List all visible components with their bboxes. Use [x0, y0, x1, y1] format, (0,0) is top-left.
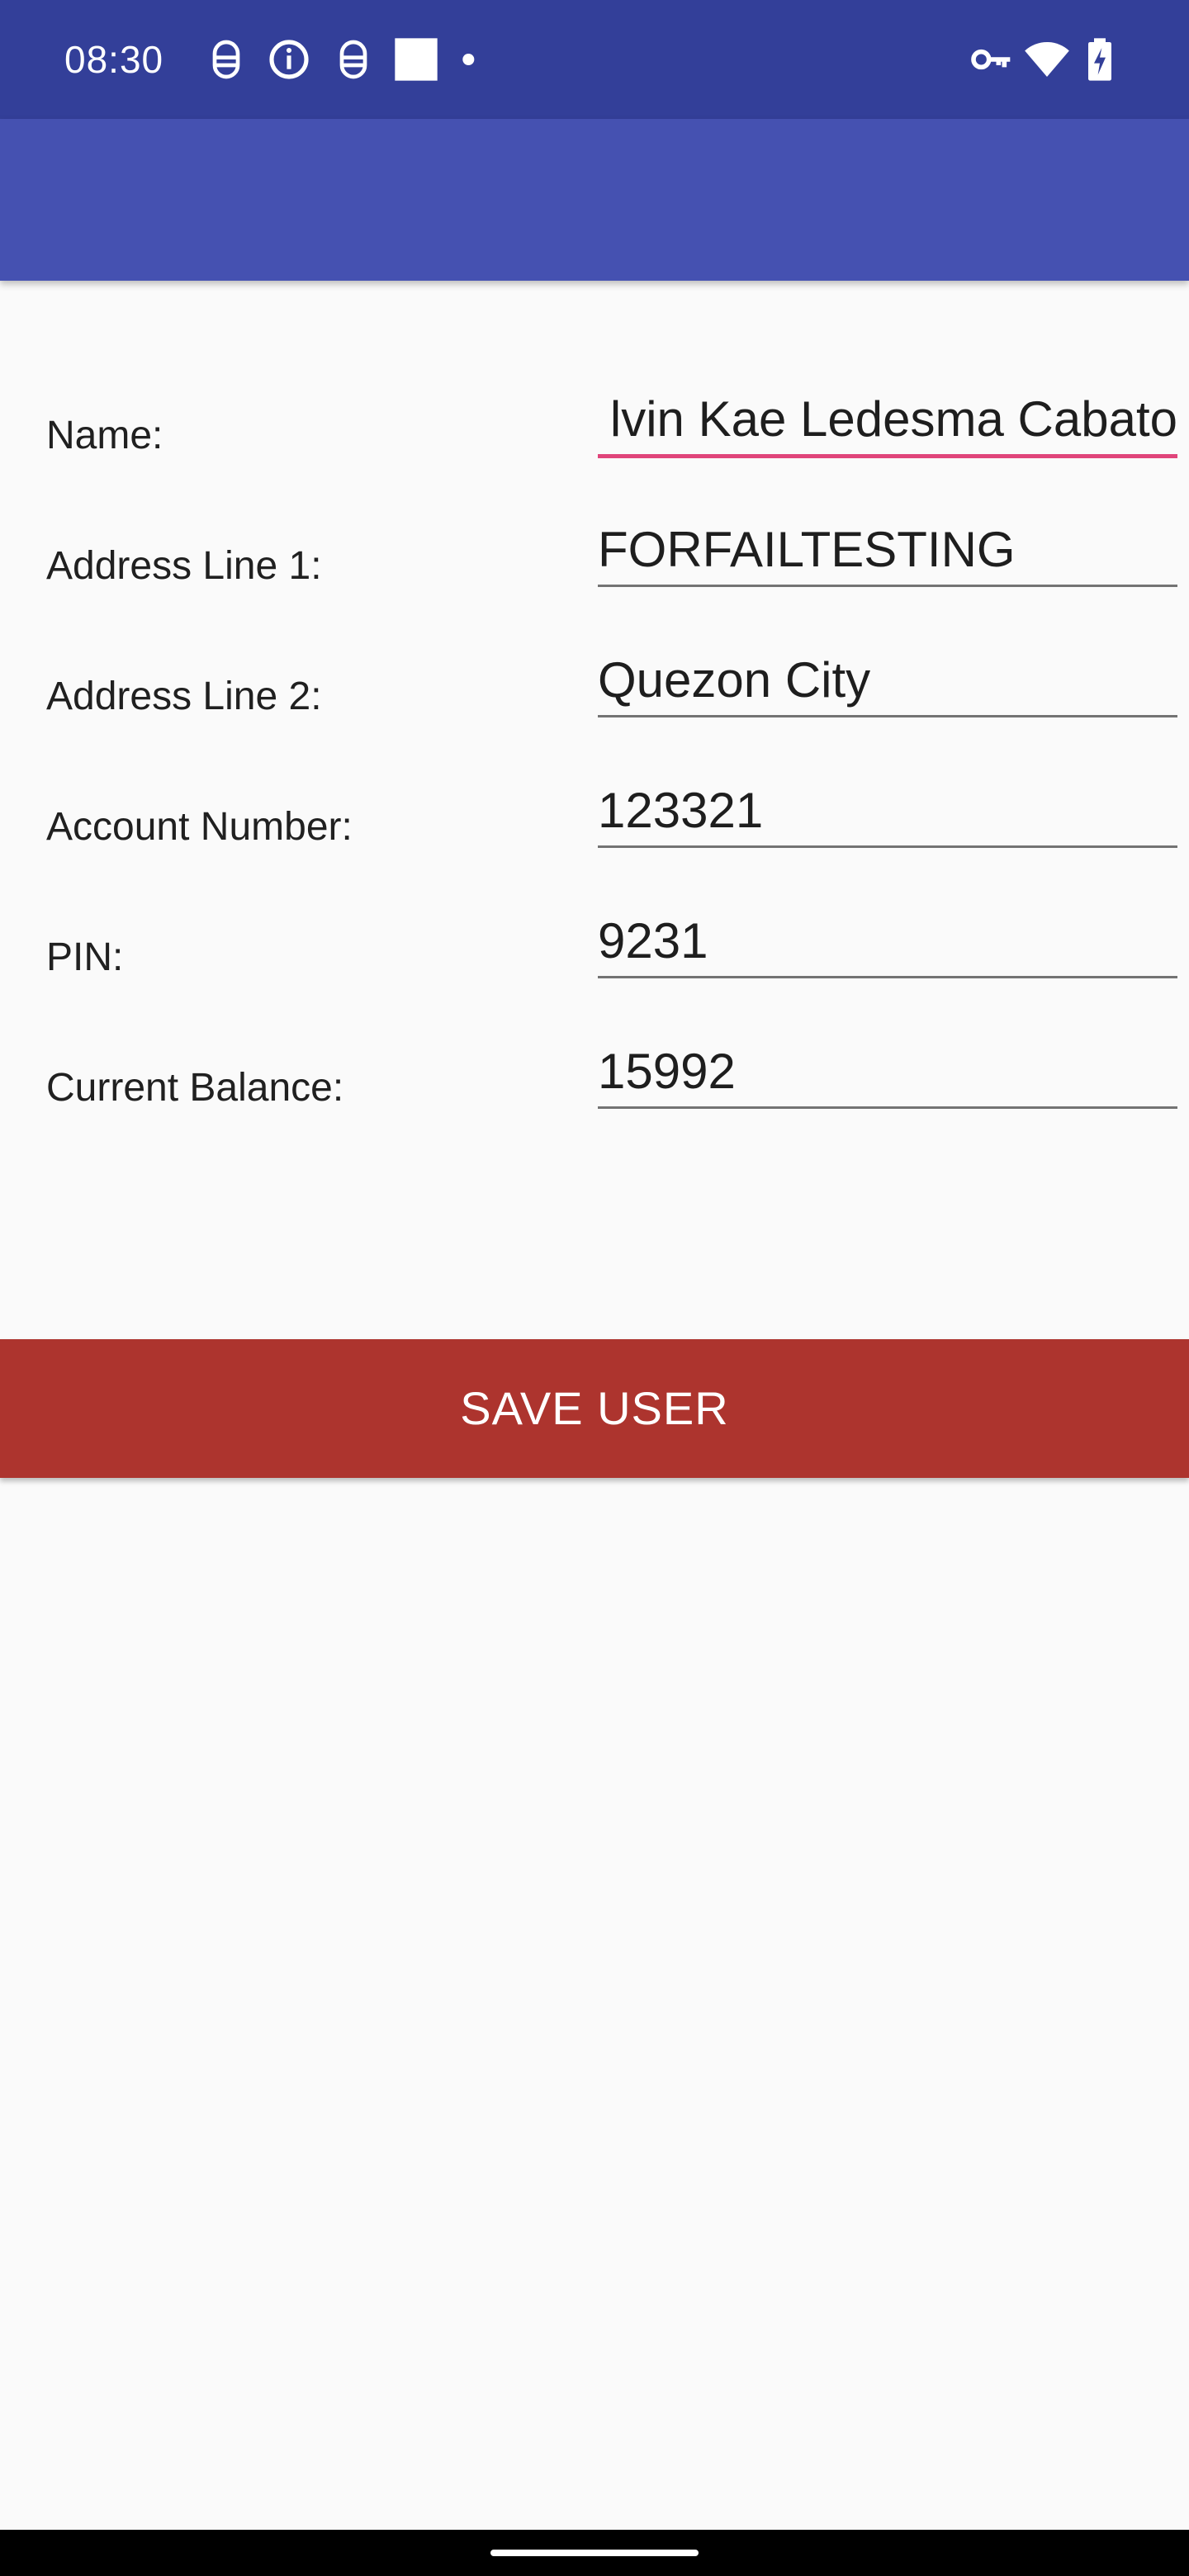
more-notifications-dot-icon: [461, 36, 507, 83]
home-gesture-handle[interactable]: [490, 2550, 699, 2556]
current-balance-field[interactable]: 15992: [598, 1040, 1177, 1109]
vpn-key-icon: [968, 36, 1014, 83]
account-number-field[interactable]: 123321: [598, 779, 1177, 848]
address-line-1-field[interactable]: FORFAILTESTING: [598, 519, 1177, 587]
notification-bug-icon: [330, 36, 377, 83]
name-label: Name:: [46, 414, 163, 457]
info-icon: [266, 36, 312, 83]
pin-field[interactable]: 9231: [598, 910, 1177, 978]
account-number-row: Account Number: 123321: [0, 779, 1189, 910]
address-line-2-field[interactable]: Quezon City: [598, 649, 1177, 717]
square-notification-icon: [393, 36, 439, 83]
pin-value: 9231: [598, 913, 708, 968]
pin-label: PIN:: [46, 935, 124, 979]
wifi-icon: [1024, 36, 1070, 83]
account-number-label: Account Number:: [46, 805, 353, 849]
current-balance-row: Current Balance: 15992: [0, 1040, 1189, 1171]
address-line-2-value: Quezon City: [598, 652, 871, 708]
name-row: Name: lvin Kae Ledesma Cabato: [0, 388, 1189, 519]
current-balance-value: 15992: [598, 1044, 736, 1099]
address-line-1-value: FORFAILTESTING: [598, 522, 1016, 577]
pin-row: PIN: 9231: [0, 910, 1189, 1040]
name-value: lvin Kae Ledesma Cabato: [609, 391, 1177, 447]
address-line-1-row: Address Line 1: FORFAILTESTING: [0, 519, 1189, 649]
save-user-button[interactable]: SAVE USER: [0, 1339, 1189, 1478]
current-balance-label: Current Balance:: [46, 1066, 344, 1110]
name-field[interactable]: lvin Kae Ledesma Cabato: [598, 388, 1177, 458]
address-line-2-row: Address Line 2: Quezon City: [0, 649, 1189, 779]
account-number-value: 123321: [598, 783, 764, 838]
address-line-1-label: Address Line 1:: [46, 544, 322, 588]
navigation-bar: [0, 2530, 1189, 2576]
battery-charging-icon: [1077, 36, 1123, 83]
status-bar: 08:30: [0, 0, 1189, 119]
app-bar: [0, 119, 1189, 281]
notification-bug-icon: [203, 36, 249, 83]
address-line-2-label: Address Line 2:: [46, 675, 322, 718]
status-time: 08:30: [64, 38, 164, 81]
